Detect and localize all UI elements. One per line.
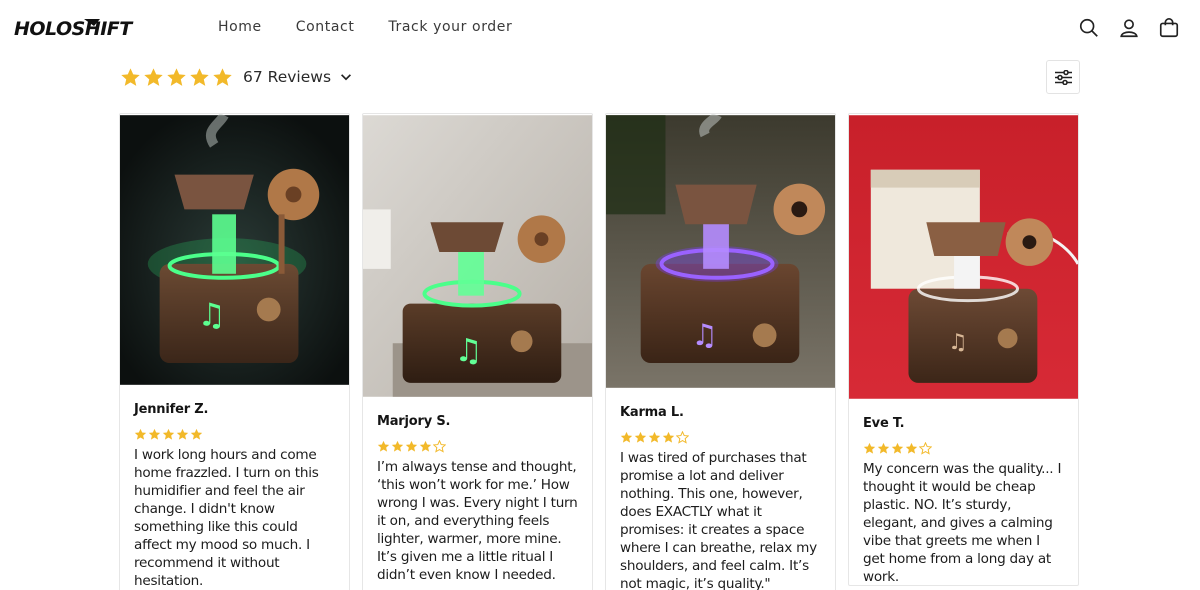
review-photo[interactable]: ♫ (363, 114, 592, 398)
header-icons (1078, 17, 1180, 39)
star-icon (391, 440, 404, 452)
star-icon (144, 67, 163, 86)
review-count[interactable]: 67 Reviews (243, 68, 331, 86)
svg-text:♫: ♫ (948, 330, 968, 355)
nav-home[interactable]: Home (218, 19, 262, 35)
review-author: Marjory S. (377, 414, 451, 429)
star-icon (877, 442, 890, 454)
star-icon (662, 431, 675, 443)
review-card[interactable]: ♫ Karma L. I was tired of purchases that… (605, 113, 836, 590)
review-author: Jennifer Z. (134, 402, 209, 417)
review-photo[interactable]: ♫ (120, 114, 349, 386)
star-icon (134, 428, 147, 440)
star-icon (377, 440, 390, 452)
star-icon (121, 67, 140, 86)
svg-text:HOLOSHIFT: HOLOSHIFT (14, 18, 134, 40)
star-icon (648, 431, 661, 443)
review-card[interactable]: ♫ Marjory S. I’m always tense and though… (362, 113, 593, 590)
main-nav: Home Contact Track your order (218, 19, 546, 35)
cart-icon[interactable] (1158, 17, 1180, 39)
review-rating (377, 440, 578, 453)
review-rating (620, 431, 821, 444)
sliders-icon (1054, 69, 1072, 85)
review-card[interactable]: ♫ Eve T. My concern was the quality... I… (848, 113, 1079, 586)
star-icon (905, 442, 918, 454)
star-outline-icon (919, 442, 932, 455)
star-outline-icon (676, 431, 689, 444)
star-icon (167, 67, 186, 86)
review-text: I was tired of purchases that promise a … (620, 450, 817, 590)
star-icon (620, 431, 633, 443)
review-photo[interactable]: ♫ (606, 114, 835, 389)
account-icon[interactable] (1118, 17, 1140, 39)
svg-text:♫: ♫ (197, 297, 225, 333)
star-icon (213, 67, 232, 86)
review-card[interactable]: ♫ Jennifer Z. I work long hours and come… (119, 113, 350, 590)
nav-contact[interactable]: Contact (296, 19, 355, 35)
nav-track-order[interactable]: Track your order (388, 19, 512, 35)
star-icon (891, 442, 904, 454)
svg-text:♫: ♫ (691, 318, 718, 353)
star-icon (162, 428, 175, 440)
reviews-summary[interactable]: 67 Reviews (120, 64, 353, 90)
svg-text:♫: ♫ (454, 333, 482, 369)
star-icon (634, 431, 647, 443)
review-photo[interactable]: ♫ (849, 114, 1078, 400)
star-icon (405, 440, 418, 452)
star-outline-icon (433, 440, 446, 453)
review-text: My concern was the quality... I thought … (863, 461, 1062, 585)
site-header: HOLOSHIFT Home Contact Track your order (0, 0, 1200, 56)
review-text: I’m always tense and thought, ‘this won’… (377, 459, 578, 583)
brand-logo[interactable]: HOLOSHIFT (14, 14, 138, 42)
chevron-down-icon[interactable] (339, 70, 353, 84)
review-rating (134, 428, 335, 441)
average-rating-stars (120, 67, 233, 88)
star-icon (176, 428, 189, 440)
star-icon (419, 440, 432, 452)
search-icon[interactable] (1078, 17, 1100, 39)
review-rating (863, 442, 1064, 455)
review-author: Karma L. (620, 405, 684, 420)
star-icon (190, 67, 209, 86)
star-icon (190, 428, 203, 440)
star-icon (863, 442, 876, 454)
star-icon (148, 428, 161, 440)
review-text: I work long hours and come home frazzled… (134, 447, 319, 589)
filter-button[interactable] (1046, 60, 1080, 94)
review-author: Eve T. (863, 416, 905, 431)
